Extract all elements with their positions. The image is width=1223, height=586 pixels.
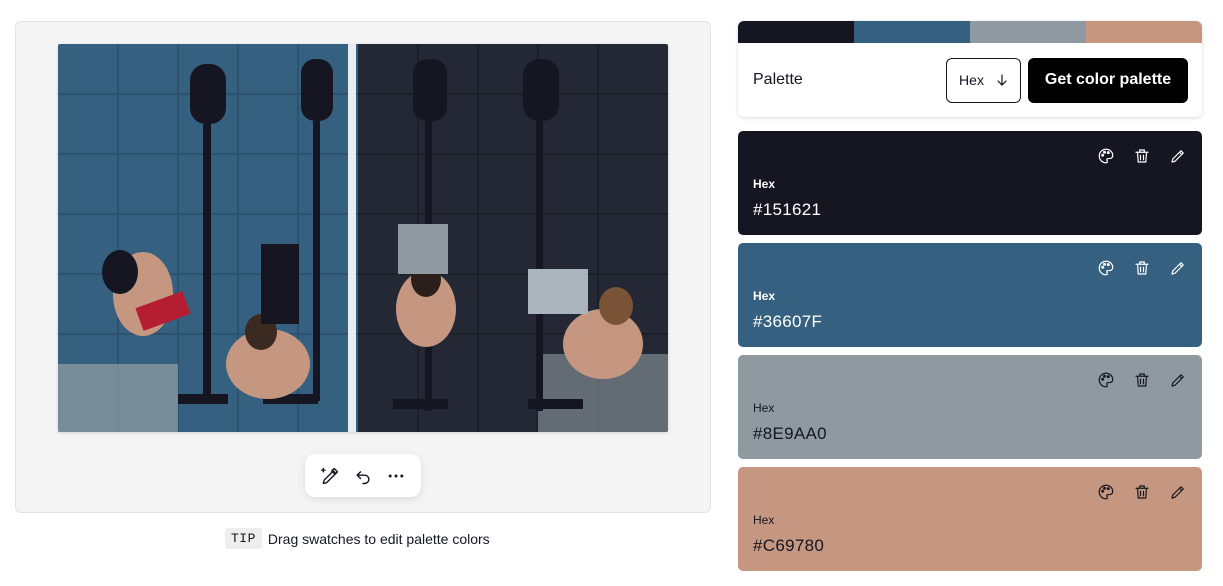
tip-text: Drag swatches to edit palette colors (267, 530, 490, 547)
swatch-hex-value[interactable]: #36607F (753, 312, 822, 332)
strip-swatch-3 (970, 21, 1086, 43)
arrow-down-icon (997, 74, 1007, 86)
eyedropper-plus-icon[interactable] (316, 462, 344, 490)
trash-icon[interactable] (1133, 147, 1151, 165)
swatch-format-label: Hex (753, 177, 776, 191)
swatch-actions (1097, 147, 1187, 165)
swatch-card-1[interactable]: Hex #151621 (738, 131, 1202, 235)
strip-swatch-1 (738, 21, 854, 43)
swatch-card-4[interactable]: Hex #C69780 (738, 467, 1202, 571)
swatch-hex-value[interactable]: #151621 (753, 200, 821, 220)
palette-preview-strip (738, 21, 1202, 43)
tip-badge: TIP (225, 528, 262, 549)
swatch-hex-value[interactable]: #8E9AA0 (753, 424, 827, 444)
swatch-card-2[interactable]: Hex #36607F (738, 243, 1202, 347)
palette-icon[interactable] (1097, 371, 1115, 389)
image-toolbar (305, 454, 421, 497)
swatch-actions (1097, 259, 1187, 277)
swatch-card-3[interactable]: Hex #8E9AA0 (738, 355, 1202, 459)
trash-icon[interactable] (1133, 483, 1151, 501)
more-icon[interactable] (382, 462, 410, 490)
palette-icon[interactable] (1097, 483, 1115, 501)
swatch-hex-value[interactable]: #C69780 (753, 536, 824, 556)
palette-label: Palette (753, 71, 803, 88)
swatch-format-label: Hex (753, 401, 775, 415)
palette-card: Palette Hex Get color palette (738, 21, 1202, 117)
strip-swatch-4 (1086, 21, 1202, 43)
undo-icon[interactable] (349, 462, 377, 490)
format-select-value: Hex (959, 72, 984, 88)
pencil-icon[interactable] (1169, 259, 1187, 277)
trash-icon[interactable] (1133, 371, 1151, 389)
swatch-format-label: Hex (753, 513, 775, 527)
trash-icon[interactable] (1133, 259, 1151, 277)
swatch-actions (1097, 371, 1187, 389)
image-panel (15, 21, 711, 513)
swatch-actions (1097, 483, 1187, 501)
strip-swatch-2 (854, 21, 970, 43)
tip-row: TIP Drag swatches to edit palette colors (225, 527, 490, 550)
palette-icon[interactable] (1097, 147, 1115, 165)
palette-icon[interactable] (1097, 259, 1115, 277)
get-color-palette-button[interactable]: Get color palette (1028, 57, 1188, 103)
pencil-icon[interactable] (1169, 147, 1187, 165)
uploaded-photo[interactable] (58, 44, 668, 432)
pencil-icon[interactable] (1169, 483, 1187, 501)
pencil-icon[interactable] (1169, 371, 1187, 389)
format-select[interactable]: Hex (946, 57, 1021, 103)
palette-bar: Palette Hex Get color palette (738, 43, 1202, 117)
swatch-format-label: Hex (753, 289, 776, 303)
